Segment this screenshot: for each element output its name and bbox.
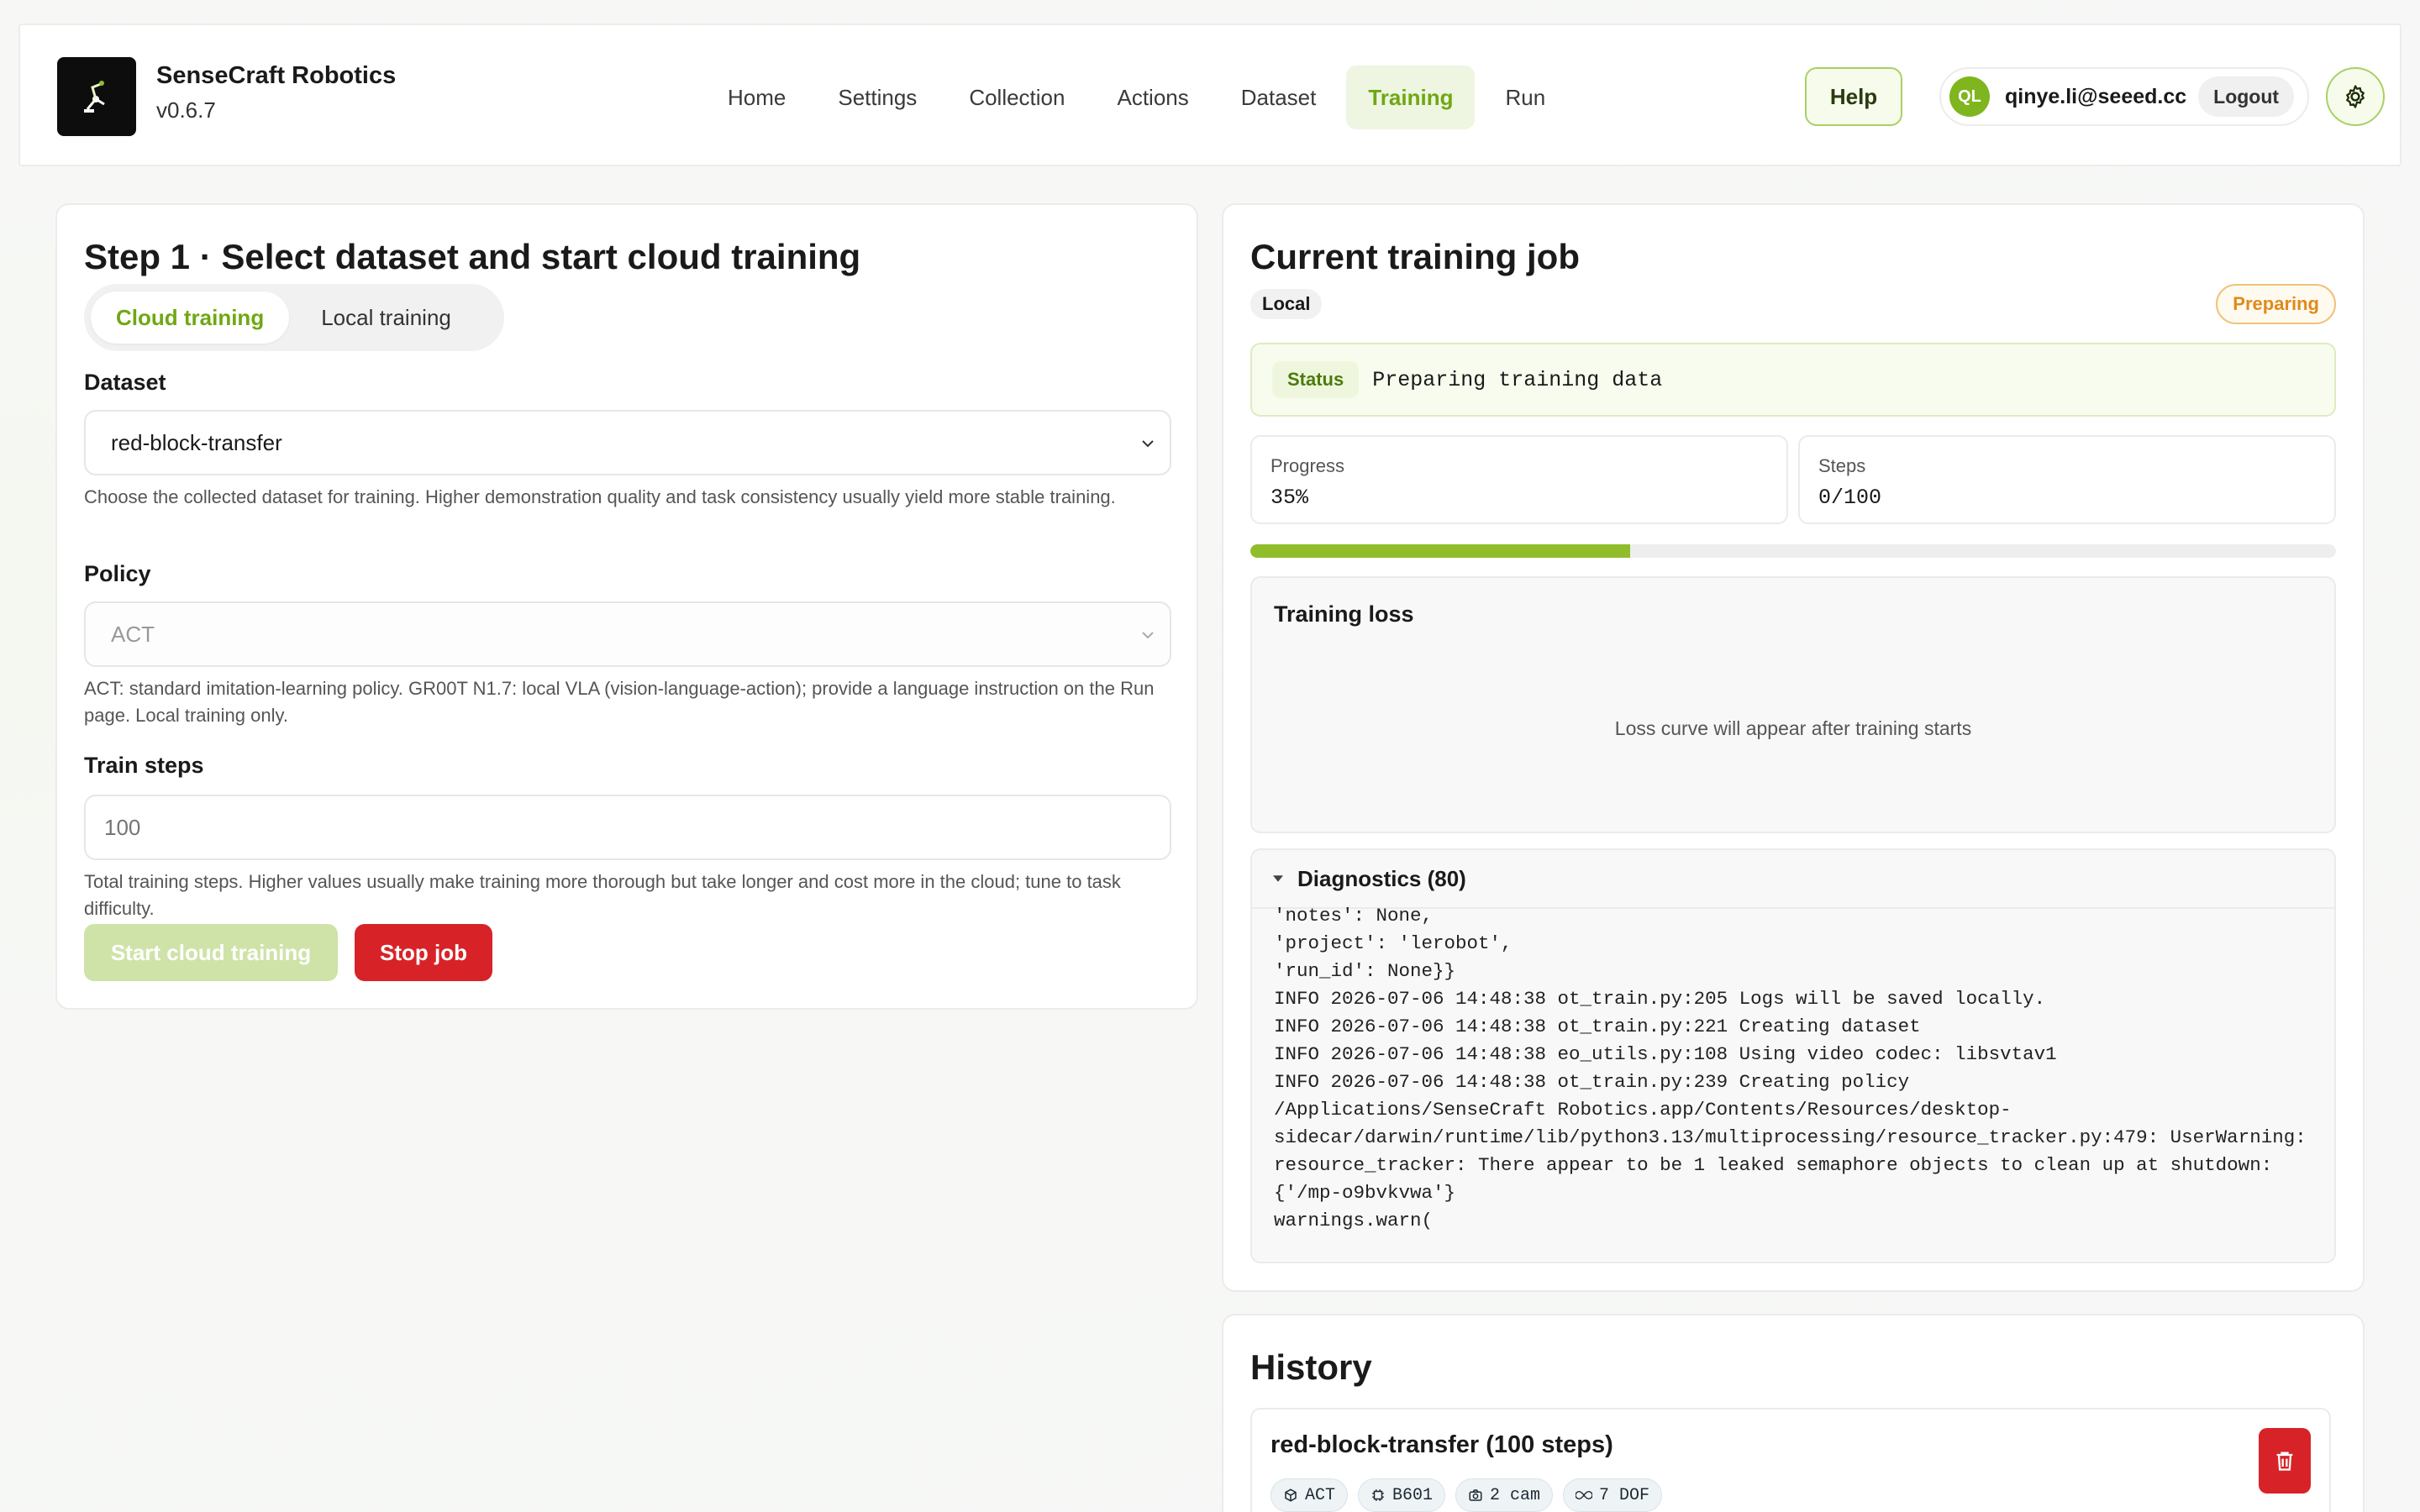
- dof-tag-text: 7 DOF: [1599, 1485, 1650, 1505]
- nav-home[interactable]: Home: [706, 66, 808, 129]
- logout-button[interactable]: Logout: [2198, 76, 2295, 117]
- status-badge: Preparing: [2216, 284, 2336, 324]
- gear-icon: [2346, 85, 2365, 108]
- dof-tag: 7 DOF: [1563, 1478, 1663, 1512]
- steps-label: Steps: [1818, 455, 1866, 476]
- camera-icon: [1469, 1489, 1482, 1501]
- camera-tag: 2 cam: [1455, 1478, 1554, 1512]
- train-steps-input[interactable]: [84, 795, 1171, 860]
- history-item[interactable]: red-block-transfer (100 steps) ACT B601 …: [1250, 1408, 2331, 1512]
- cube-icon: [1285, 1488, 1297, 1502]
- training-setup-card: Step 1 · Select dataset and start cloud …: [55, 203, 1198, 1010]
- current-job-card: Current training job Local Preparing Sta…: [1222, 203, 2365, 1292]
- settings-button[interactable]: [2326, 67, 2385, 126]
- tab-local-training[interactable]: Local training: [296, 291, 476, 344]
- stop-job-button[interactable]: Stop job: [355, 924, 492, 981]
- diagnostics-toggle[interactable]: Diagnostics (80): [1252, 850, 2334, 909]
- log-line: {'/mp-o9bvkvwa'}: [1274, 1182, 1456, 1204]
- job-title: Current training job: [1250, 237, 1580, 276]
- steps-value: 0/100: [1818, 486, 1882, 510]
- dataset-label: Dataset: [84, 370, 166, 395]
- log-line: INFO 2026-07-06 14:48:38 ot_train.py:239…: [1274, 1071, 1910, 1093]
- progress-bar: [1250, 544, 2336, 558]
- app-logo[interactable]: [57, 57, 136, 136]
- policy-select-value: ACT: [111, 621, 155, 647]
- app-name: SenseCraft Robotics: [156, 62, 397, 89]
- diagnostics-title: Diagnostics (80): [1297, 865, 1466, 891]
- nav-run[interactable]: Run: [1483, 66, 1567, 129]
- policy-select[interactable]: ACT: [84, 601, 1171, 667]
- loss-empty-message: Loss curve will appear after training st…: [1614, 717, 1972, 739]
- loss-title: Training loss: [1274, 601, 1414, 627]
- chevron-down-icon: [1142, 632, 1154, 639]
- log-line: sidecar/darwin/runtime/lib/python3.13/mu…: [1274, 1126, 2307, 1148]
- dataset-hint: Choose the collected dataset for trainin…: [84, 486, 1116, 507]
- history-card: History red-block-transfer (100 steps) A…: [1222, 1314, 2365, 1512]
- robot-tag-text: B601: [1392, 1485, 1434, 1505]
- robot-tag: B601: [1358, 1478, 1446, 1512]
- log-line: resource_tracker: There appear to be 1 l…: [1274, 1154, 2273, 1176]
- nav-settings[interactable]: Settings: [816, 66, 939, 129]
- history-item-name: red-block-transfer (100 steps): [1270, 1431, 1613, 1458]
- delete-history-button[interactable]: [2259, 1428, 2311, 1494]
- status-value: Preparing training data: [1372, 367, 1663, 392]
- log-line: warnings.warn(: [1274, 1210, 1434, 1231]
- log-line: INFO 2026-07-06 14:48:38 ot_train.py:221…: [1274, 1016, 1921, 1037]
- diagnostics-panel: Diagnostics (80) 'notes': None, 'project'…: [1250, 848, 2336, 1263]
- user-email: qinye.li@seeed.cc: [2005, 84, 2187, 108]
- policy-hint: ACT: standard imitation-learning policy.…: [84, 678, 1155, 726]
- log-line: 'project': 'lerobot',: [1274, 932, 1512, 954]
- diagnostics-log[interactable]: 'notes': None, 'project': 'lerobot', 'run_…: [1274, 902, 2324, 1255]
- policy-label: Policy: [84, 561, 151, 586]
- chevron-down-icon: [1142, 440, 1154, 448]
- nav-actions[interactable]: Actions: [1095, 66, 1210, 129]
- status-panel: Status Preparing training data: [1250, 343, 2336, 417]
- nav-training[interactable]: Training: [1346, 66, 1476, 129]
- steps-stat: Steps 0/100: [1798, 435, 2336, 524]
- progress-bar-fill: [1250, 544, 1631, 558]
- nav-collection[interactable]: Collection: [947, 66, 1086, 129]
- log-line: 'run_id': None}}: [1274, 960, 1456, 982]
- progress-value: 35%: [1270, 486, 1309, 510]
- loss-chart-panel: Training loss Loss curve will appear aft…: [1250, 576, 2336, 833]
- log-line: INFO 2026-07-06 14:48:38 eo_utils.py:108…: [1274, 1043, 2057, 1065]
- status-key: Status: [1272, 361, 1360, 398]
- train-steps-label: Train steps: [84, 753, 204, 778]
- tab-cloud-training[interactable]: Cloud training: [91, 291, 290, 344]
- caret-down-icon: [1273, 875, 1283, 882]
- camera-tag-text: 2 cam: [1490, 1485, 1541, 1505]
- policy-tag: ACT: [1270, 1478, 1349, 1512]
- history-title: History: [1250, 1347, 1372, 1387]
- trash-icon: [2276, 1452, 2293, 1471]
- start-cloud-training-button[interactable]: Start cloud training: [84, 924, 338, 981]
- train-steps-hint: Total training steps. Higher values usua…: [84, 871, 1121, 919]
- robot-arm-icon: [84, 81, 105, 113]
- dataset-select[interactable]: red-block-transfer: [84, 410, 1171, 475]
- main-nav: Home Settings Collection Actions Dataset…: [706, 66, 1567, 129]
- policy-tag-text: ACT: [1305, 1485, 1336, 1505]
- dataset-select-value: red-block-transfer: [111, 429, 282, 455]
- step-title: Step 1 · Select dataset and start cloud …: [84, 237, 861, 276]
- mode-tag: Local: [1250, 289, 1323, 319]
- progress-stat: Progress 35%: [1250, 435, 1788, 524]
- history-item-tags: ACT B601 2 cam 7 DOF: [1270, 1478, 1663, 1512]
- log-line: 'notes': None,: [1274, 905, 1434, 927]
- infinity-icon: [1576, 1490, 1593, 1500]
- chip-icon: [1372, 1489, 1384, 1501]
- app-version: v0.6.7: [156, 97, 216, 123]
- nav-dataset[interactable]: Dataset: [1219, 66, 1339, 129]
- log-line: /Applications/SenseCraft Robotics.app/Co…: [1274, 1099, 2012, 1121]
- user-menu: QL qinye.li@seeed.cc Logout: [1939, 67, 2309, 126]
- help-button[interactable]: Help: [1805, 67, 1902, 126]
- app-header: SenseCraft Robotics v0.6.7 Home Settings…: [18, 24, 2402, 166]
- training-mode-toggle: Cloud training Local training: [84, 284, 504, 351]
- avatar[interactable]: QL: [1949, 76, 1990, 117]
- log-line: INFO 2026-07-06 14:48:38 ot_train.py:205…: [1274, 988, 2046, 1010]
- progress-label: Progress: [1270, 455, 1345, 476]
